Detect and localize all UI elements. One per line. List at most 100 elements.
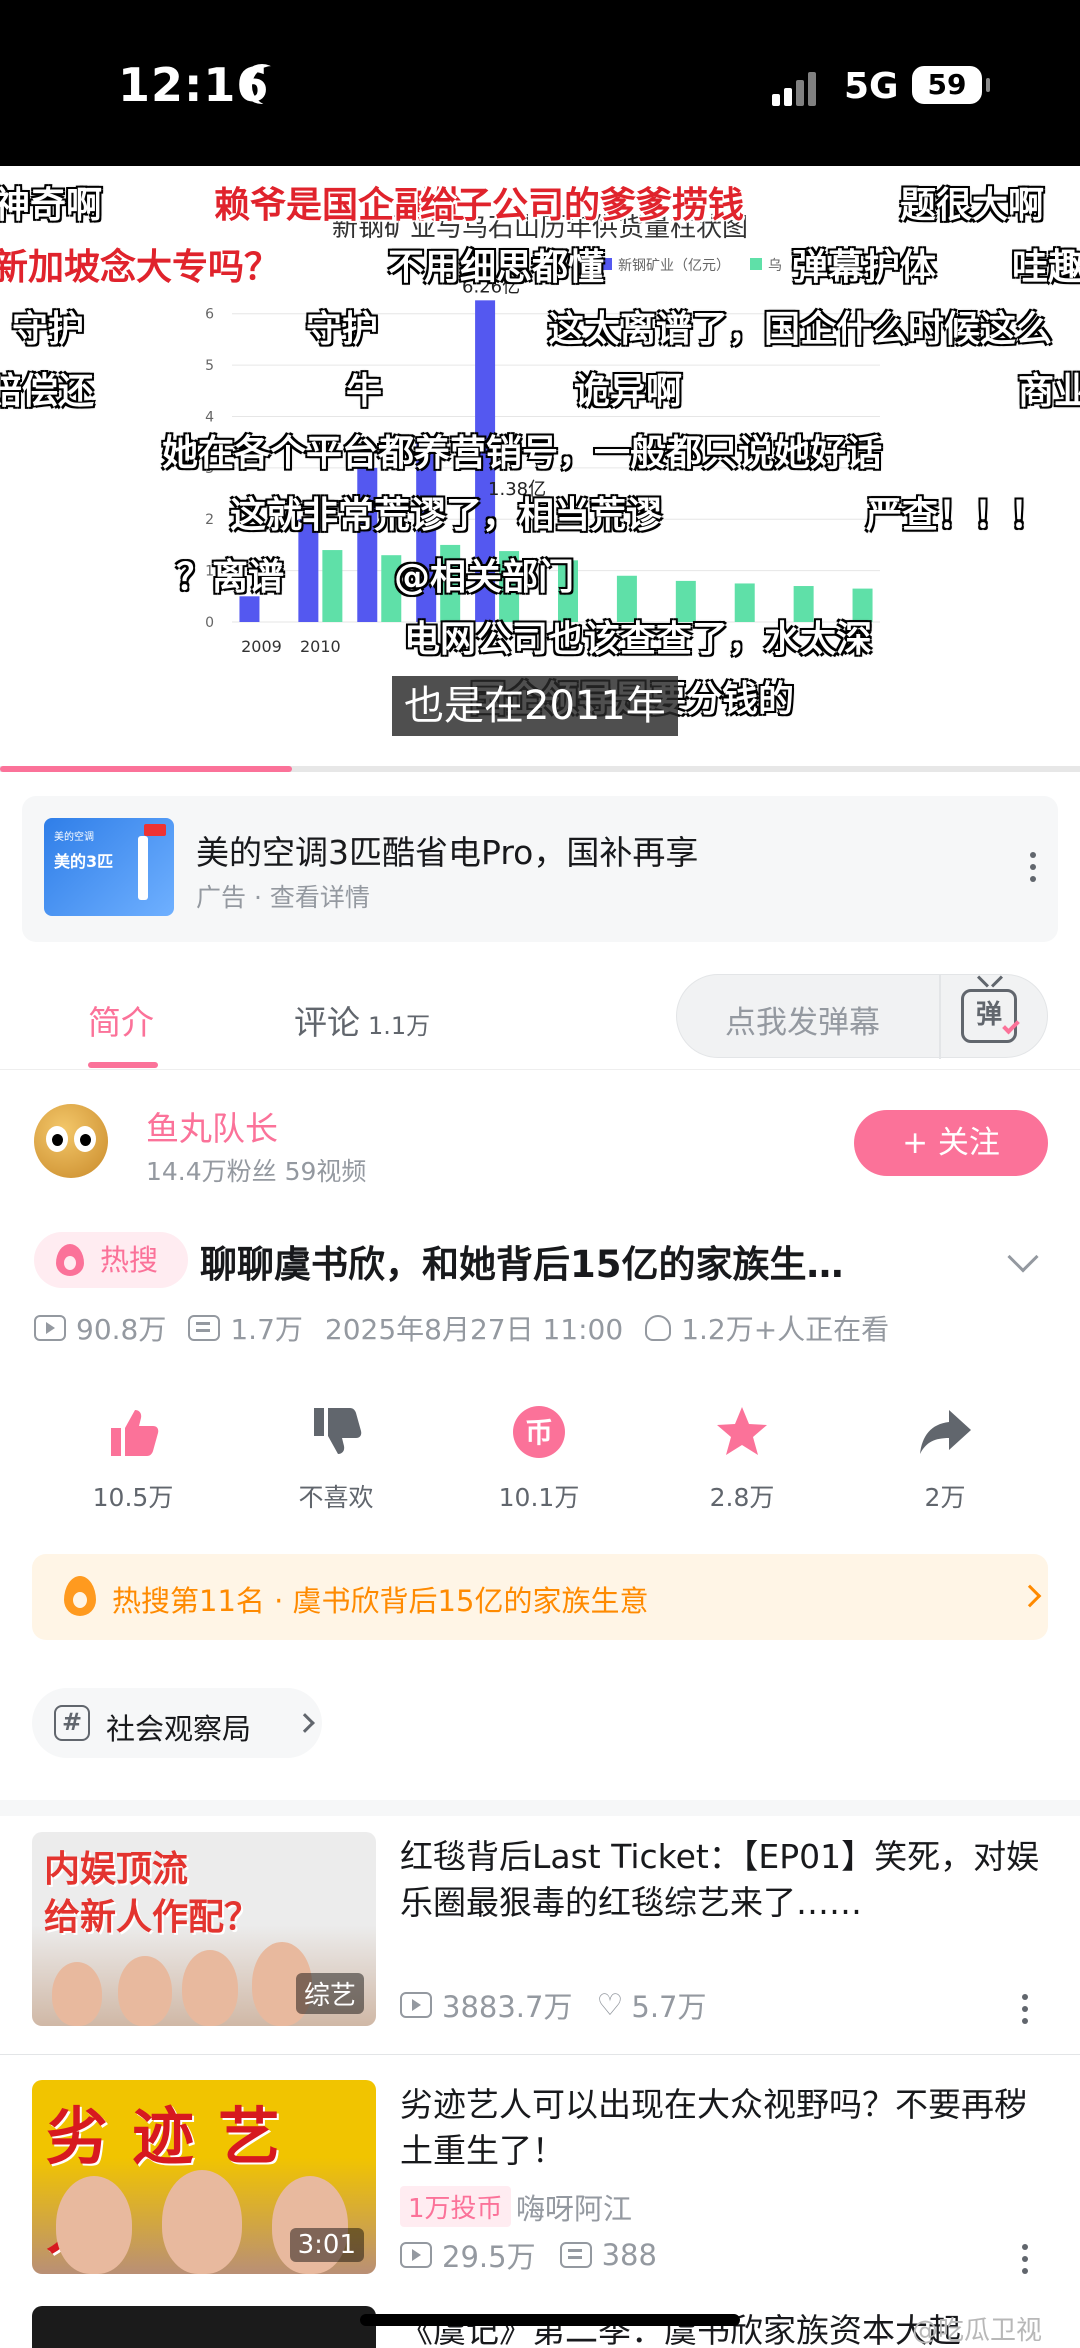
viewers-icon <box>645 1315 672 1341</box>
danmaku-divider <box>939 975 941 1059</box>
fire-icon <box>64 1576 96 1616</box>
danmaku-count-icon <box>559 2242 592 2268</box>
y-tick-label: 2 <box>205 512 214 528</box>
danmaku-comment: 严查！！！ <box>866 495 1047 536</box>
expand-chevron-icon[interactable] <box>1007 1241 1039 1273</box>
share-count: 2万 <box>924 1483 966 1512</box>
favorite-count: 2.8万 <box>709 1483 775 1512</box>
video-progress-bar[interactable] <box>0 766 1080 772</box>
video-subtitle: 也是在2011年 <box>392 676 678 736</box>
dislike-label: 不喜欢 <box>298 1483 374 1512</box>
danmaku-comment: 赔偿还 <box>0 371 95 412</box>
person-image <box>52 1962 102 2026</box>
danmaku-comment: 神奇啊 <box>0 185 103 226</box>
publish-date: 2025年8月27日 11:00 <box>324 1313 624 1346</box>
coin-count: 10.1万 <box>498 1483 580 1512</box>
channel-name: 社会观察局 <box>106 1712 252 1746</box>
more-options-icon[interactable] <box>1022 2244 1030 2274</box>
tab-intro[interactable]: 简介 <box>88 996 154 1044</box>
home-indicator <box>360 2314 740 2326</box>
bar-新钢矿业（亿元）-2009 <box>239 596 260 622</box>
video-thumbnail: 劣迹艺人 3:01 <box>32 2080 376 2274</box>
play-count-icon <box>400 1992 432 2018</box>
ad-card[interactable]: 美的空调 美的3匹 美的空调3匹酷省电Pro，国补再享 广告 · 查看详情 <box>22 796 1058 942</box>
hot-tag-label: 热搜 <box>100 1243 159 1277</box>
danmaku-comment: 诡异啊 <box>574 371 683 412</box>
do-not-disturb-moon-icon <box>252 66 292 106</box>
tab-comments[interactable]: 评论 1.1万 <box>294 996 430 1044</box>
person-image <box>182 1950 238 2026</box>
play-count-icon <box>400 2242 432 2268</box>
coin-symbol: 币 <box>525 1416 553 1449</box>
recommended-video[interactable]: 劣迹艺人 3:01 劣迹艺人可以出现在大众视野吗？不要再秽土重生了！ 1万投币 … <box>0 2080 1080 2320</box>
coin-icon: 币 <box>513 1406 565 1458</box>
danmaku-comment: ？离谱 <box>176 557 285 598</box>
danmaku-comment: 她在各个平台都养营销号，一般都只说她好话 <box>162 433 883 474</box>
y-tick-label: 5 <box>205 358 214 374</box>
duration-badge: 3:01 <box>289 2228 364 2262</box>
category-badge: 综艺 <box>295 1973 364 2014</box>
coin-tag: 1万投币 <box>400 2186 511 2227</box>
video-thumbnail <box>32 2306 376 2348</box>
dislike-button[interactable]: 不喜欢 <box>271 1404 401 1514</box>
heart-icon: ♡ <box>596 1987 624 2023</box>
rec-meta: 29.5万 388 <box>400 2234 657 2276</box>
uploader-stats: 14.4万粉丝 59视频 <box>146 1157 367 1186</box>
ad-thumb-line1: 美的空调 <box>54 832 94 843</box>
rec-title: 红毯背后Last Ticket：【EP01】笑死，对娱乐圈最狠毒的红毯综艺来了…… <box>400 1837 1040 1922</box>
hot-search-tag[interactable]: 热搜 <box>34 1232 188 1288</box>
danmaku-comment: 这太离谱了，国企什么时候这么 <box>548 309 1053 350</box>
legend-swatch <box>750 258 762 270</box>
share-icon <box>920 1410 971 1454</box>
watermark: @吃瓜卫视 <box>912 2316 1043 2346</box>
more-options-icon[interactable] <box>1022 1994 1030 2024</box>
star-icon <box>717 1407 767 1455</box>
follow-button[interactable]: + 关注 <box>854 1110 1048 1176</box>
thumbs-up-icon <box>111 1410 159 1456</box>
status-time: 12:16 <box>118 58 270 112</box>
chevron-right-icon <box>1018 1584 1042 1608</box>
rec-likes: 5.7万 <box>631 1990 707 2024</box>
comment-count: 1.1万 <box>368 1012 431 1040</box>
row-divider <box>0 2054 1080 2055</box>
video-meta: 90.8万 1.7万 2025年8月27日 11:00 1.2万+人正在看 <box>34 1308 889 1348</box>
uploader-avatar[interactable] <box>34 1104 108 1178</box>
y-tick-label: 0 <box>205 615 214 631</box>
play-count-icon <box>34 1315 66 1341</box>
rec-uploader[interactable]: 嗨呀阿江 <box>516 2186 632 2228</box>
person-image <box>162 2170 242 2274</box>
like-count: 10.5万 <box>92 1483 174 1512</box>
video-player[interactable]: 新钢矿业与乌石山历年供货量柱状图 新钢矿业（亿元）乌 0 1 2 3 4 5 6 2009 2010… <box>0 166 1080 766</box>
danmaku-comment: 这就非常荒谬了，相当荒谬 <box>230 495 663 536</box>
ad-more-icon[interactable] <box>1030 852 1038 882</box>
fire-icon <box>56 1244 84 1276</box>
like-button[interactable]: 10.5万 <box>68 1404 198 1514</box>
favorite-button[interactable]: 2.8万 <box>677 1404 807 1514</box>
danmaku-comment: 给子公司的爹爹捞钱 <box>420 185 745 226</box>
danmaku-input[interactable]: 点我发弹幕 弹 <box>676 974 1048 1059</box>
danmaku-count-icon <box>188 1315 221 1341</box>
recommended-video[interactable]: 内娱顶流 给新人作配？ 综艺 红毯背后Last Ticket：【EP01】笑死，… <box>0 1832 1080 2072</box>
danmaku-comment: 守护 <box>306 309 379 350</box>
hot-search-text: 热搜第11名 · 虞书欣背后15亿的家族生意 <box>112 1584 649 1618</box>
legend-label: 乌 <box>768 258 782 274</box>
tab-bar: 简介 评论 1.1万 点我发弹幕 弹 <box>0 960 1080 1070</box>
status-bar: 12:16 5G 59 <box>0 0 1080 166</box>
y-tick-label: 6 <box>205 307 214 323</box>
x-tick-label: 2009 <box>241 637 282 656</box>
danmaku-comment: 哇趣 <box>1012 247 1080 288</box>
danmaku-toggle-icon[interactable]: 弹 <box>961 989 1017 1043</box>
video-progress-fill <box>0 766 292 772</box>
share-button[interactable]: 2万 <box>880 1404 1010 1514</box>
hot-search-banner[interactable]: 热搜第11名 · 虞书欣背后15亿的家族生意 <box>32 1554 1048 1640</box>
rec-title: 劣迹艺人可以出现在大众视野吗？不要再秽土重生了！ <box>400 2085 1027 2170</box>
coin-button[interactable]: 币 10.1万 <box>474 1404 604 1514</box>
avatar-eye <box>46 1126 68 1152</box>
channel-chip[interactable]: # 社会观察局 <box>32 1688 322 1758</box>
danmaku-placeholder: 点我发弹幕 <box>725 1005 880 1041</box>
danmaku-comment: 新加坡念大专吗？ <box>0 247 281 288</box>
thumb-caption: 给新人作配？ <box>44 1897 261 1938</box>
uploader-name[interactable]: 鱼丸队长 <box>146 1102 278 1150</box>
person-image <box>118 1956 172 2026</box>
video-title: 聊聊虞书欣，和她背后15亿的家族生… <box>200 1243 844 1286</box>
